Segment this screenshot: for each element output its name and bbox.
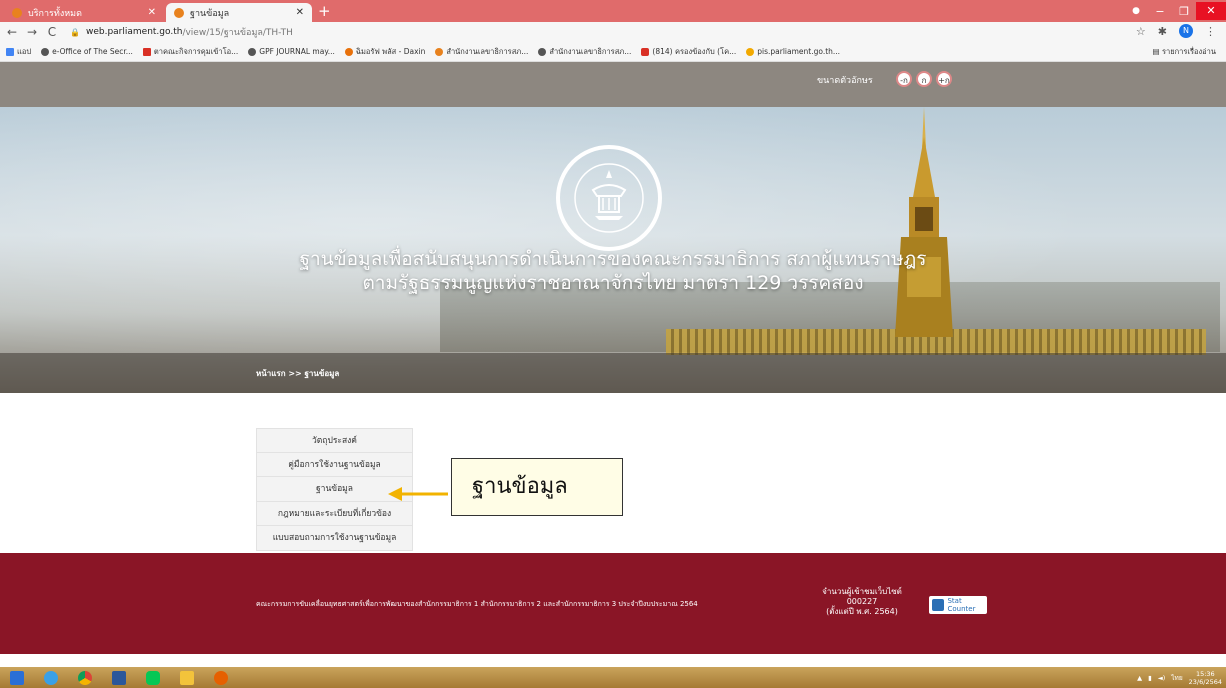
- internet-explorer-icon: [44, 670, 58, 685]
- browser-tab-bar: บริการทั้งหมด ✕ ฐานข้อมูล ✕ + ● − ❐ ✕: [0, 0, 1226, 22]
- close-tab-icon[interactable]: ✕: [148, 7, 156, 18]
- hero-title-line2: ตามรัฐธรรมนูญแห่งราชอาณาจักรไทย มาตรา 12…: [362, 272, 864, 294]
- record-icon: ●: [1132, 6, 1140, 16]
- reload-button[interactable]: C: [44, 25, 60, 39]
- menu-kebab-icon[interactable]: ⋮: [1205, 25, 1216, 38]
- hero-title-line1: ฐานข้อมูลเพื่อสนับสนุนการดำเนินการของคณะ…: [299, 248, 927, 270]
- font-default-button[interactable]: ก: [916, 71, 932, 87]
- tab-title: บริการทั้งหมด: [28, 8, 82, 19]
- bookmark-item[interactable]: ฉิมอรัฟ พลัส - Daxin: [344, 46, 425, 58]
- globe-icon: [538, 47, 547, 56]
- bookmark-item[interactable]: แอป: [6, 46, 31, 58]
- taskbar-app[interactable]: [170, 667, 204, 688]
- profile-avatar[interactable]: N: [1179, 24, 1193, 38]
- tray-chevron-icon[interactable]: ▲: [1137, 674, 1142, 682]
- extensions-icon[interactable]: ✱: [1158, 25, 1167, 38]
- menu-item-objective[interactable]: วัตถุประสงค์: [256, 428, 413, 453]
- url-path: /view/15/ฐานข้อมูล/TH-TH: [182, 28, 293, 38]
- golden-spire-image: [895, 107, 953, 337]
- font-increase-button[interactable]: +ก: [936, 71, 952, 87]
- volume-icon[interactable]: ◄): [1158, 674, 1166, 682]
- tab-favicon-icon: [12, 7, 22, 18]
- apps-icon: [6, 47, 14, 56]
- browser-tab[interactable]: บริการทั้งหมด ✕: [4, 3, 164, 22]
- tray-clock[interactable]: 15:36 23/6/2564: [1189, 670, 1222, 686]
- close-window-button[interactable]: ✕: [1196, 2, 1226, 20]
- language-indicator[interactable]: ไทย: [1171, 673, 1182, 683]
- breadcrumb-bar: หน้าแรก >> ฐานข้อมูล: [0, 353, 1226, 393]
- maximize-button[interactable]: ❐: [1172, 5, 1196, 18]
- back-button[interactable]: ←: [4, 25, 20, 39]
- visitor-label: จำนวนผู้เข้าชมเว็บไซต์: [822, 587, 902, 596]
- statcounter-badge[interactable]: Stat Counter: [929, 596, 987, 614]
- new-tab-button[interactable]: +: [318, 2, 331, 20]
- os-taskbar: ▲ ▮ ◄) ไทย 15:36 23/6/2564: [0, 667, 1226, 688]
- font-size-bar: ขนาดตัวอักษร -ก ก +ก: [0, 62, 1226, 107]
- reading-list-button[interactable]: ▤ รายการเรื่องอ่าน: [1152, 46, 1216, 58]
- bookmark-item[interactable]: สำนักงานเลขาธิการสภ...: [435, 46, 528, 58]
- network-icon[interactable]: ▮: [1148, 674, 1152, 682]
- minimize-button[interactable]: −: [1148, 5, 1172, 18]
- chrome-icon: [78, 670, 92, 685]
- line-icon: [146, 670, 160, 685]
- toolbar-right: ☆ ✱ N ⋮: [1124, 24, 1216, 38]
- clock-date: 23/6/2564: [1188, 677, 1222, 686]
- menu-item-regulations[interactable]: กฎหมายและระเบียบที่เกี่ยวข้อง: [256, 501, 413, 526]
- bookmarks-bar: แอป e-Office of The Secr... ตาคณะกิจการค…: [0, 42, 1226, 62]
- star-icon[interactable]: ☆: [1136, 25, 1146, 38]
- browser-tab-active[interactable]: ฐานข้อมูล ✕: [166, 3, 312, 22]
- visitor-counter: จำนวนผู้เข้าชมเว็บไซต์ 000227 (ตั้งแต่ปี…: [812, 587, 912, 617]
- footer-text: คณะกรรมการขับเคลื่อนยุทธศาสตร์เพื่อการพั…: [256, 600, 698, 608]
- windows-start-icon: [10, 670, 24, 685]
- site-icon: [344, 47, 353, 56]
- globe-icon: [41, 47, 50, 56]
- hero-banner: ฐานข้อมูลเพื่อสนับสนุนการดำเนินการของคณะ…: [0, 107, 1226, 393]
- tab-favicon-icon: [174, 7, 184, 18]
- url-domain: web.parliament.go.th: [85, 27, 183, 37]
- bookmark-item[interactable]: pis.parliament.go.th...: [746, 47, 840, 56]
- address-bar: ← → C 🔒 web.parliament.go.th /view/15/ฐา…: [0, 22, 1226, 42]
- tab-title: ฐานข้อมูล: [190, 8, 230, 19]
- url-field[interactable]: 🔒 web.parliament.go.th /view/15/ฐานข้อมู…: [70, 25, 293, 39]
- taskbar-app[interactable]: [34, 667, 68, 688]
- footer: คณะกรรมการขับเคลื่อนยุทธศาสตร์เพื่อการพั…: [0, 553, 1226, 654]
- bookmark-item[interactable]: สำนักงานเลขาธิการสภ...: [538, 46, 631, 58]
- taskbar-app[interactable]: [102, 667, 136, 688]
- bookmark-item[interactable]: e-Office of The Secr...: [41, 47, 133, 56]
- youtube-icon: [641, 47, 650, 56]
- parliament-emblem-icon: [556, 145, 662, 251]
- statcounter-icon: [932, 599, 945, 611]
- bookmark-item[interactable]: ตาคณะกิจการคุมเข้าโอ...: [142, 46, 238, 58]
- hero-title: ฐานข้อมูลเพื่อสนับสนุนการดำเนินการของคณะ…: [0, 247, 1226, 295]
- reading-list-icon: ▤: [1152, 47, 1162, 56]
- menu-item-survey[interactable]: แบบสอบถามการใช้งานฐานข้อมูล: [256, 526, 413, 551]
- close-tab-icon[interactable]: ✕: [296, 7, 304, 18]
- taskbar-app[interactable]: [68, 667, 102, 688]
- start-button[interactable]: [0, 667, 34, 688]
- font-decrease-button[interactable]: -ก: [896, 71, 912, 87]
- site-icon: [746, 47, 755, 56]
- menu-item-manual[interactable]: คู่มือการใช้งานฐานข้อมูล: [256, 452, 413, 477]
- folder-icon: [180, 670, 194, 685]
- gmail-icon: [142, 47, 151, 56]
- visitor-count: 000227: [846, 597, 878, 606]
- taskbar-app[interactable]: [204, 667, 238, 688]
- taskbar-app[interactable]: [136, 667, 170, 688]
- word-icon: [112, 670, 126, 685]
- site-icon: [435, 47, 444, 56]
- globe-icon: [248, 47, 257, 56]
- breadcrumb[interactable]: หน้าแรก >> ฐานข้อมูล: [256, 367, 339, 380]
- bookmark-item[interactable]: (814) ครองข้องกับ (โค...: [641, 46, 736, 58]
- firefox-icon: [214, 670, 228, 685]
- bookmark-item[interactable]: GPF JOURNAL may...: [248, 47, 335, 56]
- forward-button[interactable]: →: [24, 25, 40, 39]
- clock-time: 15:36: [1195, 669, 1215, 678]
- annotation-arrow-icon: [388, 487, 448, 501]
- system-tray: ▲ ▮ ◄) ไทย 15:36 23/6/2564: [1131, 667, 1222, 688]
- visitor-since: (ตั้งแต่ปี พ.ศ. 2564): [826, 607, 898, 616]
- lock-icon: 🔒: [70, 27, 80, 37]
- font-size-label: ขนาดตัวอักษร: [817, 76, 873, 86]
- window-controls: ● − ❐ ✕: [1124, 0, 1226, 22]
- annotation-callout: ฐานข้อมูล: [451, 458, 623, 516]
